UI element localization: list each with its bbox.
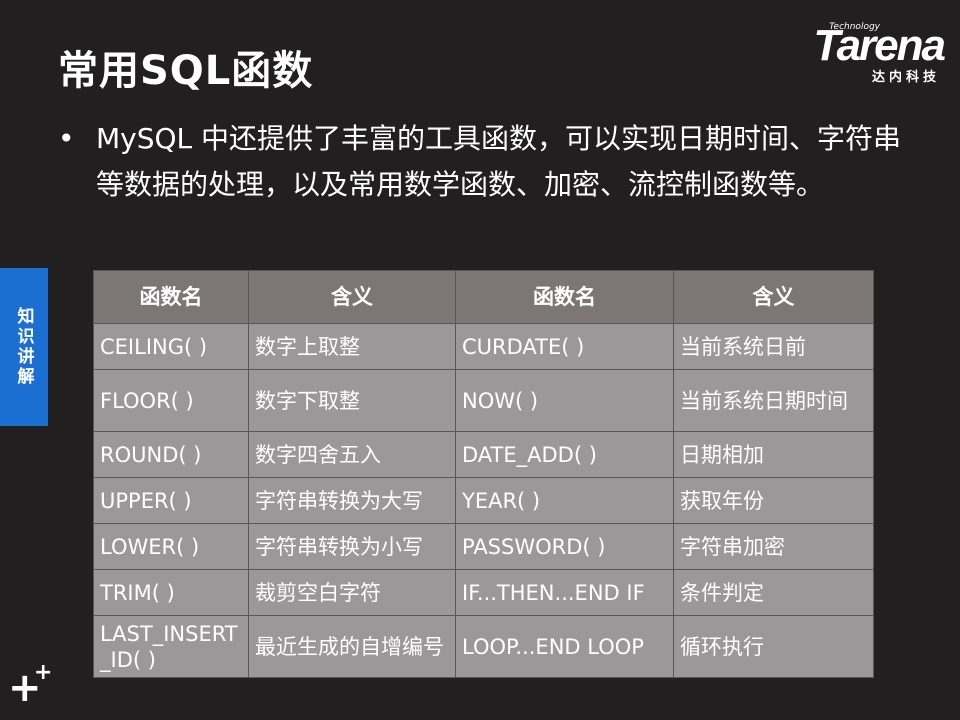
table-cell: 裁剪空白字符 [248, 569, 456, 616]
table-row: ROUND( ) 数字四舍五入 DATE_ADD( ) 日期相加 [93, 431, 874, 478]
table-cell: 日期相加 [673, 431, 874, 478]
side-tab-label: 知识讲解 [13, 307, 34, 387]
table-row: FLOOR( ) 数字下取整 NOW( ) 当前系统日期时间 [93, 369, 874, 432]
table-cell: LAST_INSERT_ID( ) [93, 615, 249, 678]
side-tab-knowledge: 知识讲解 [0, 268, 48, 426]
small-plus-icon: + [34, 660, 53, 685]
table-cell: NOW( ) [455, 369, 674, 432]
table-cell: FLOOR( ) [93, 369, 249, 432]
table-cell: CURDATE( ) [455, 323, 674, 370]
table-cell: YEAR( ) [455, 477, 674, 524]
logo-name: Tarena [813, 21, 946, 70]
table-cell: LOWER( ) [93, 523, 249, 570]
table-cell: 数字四舍五入 [248, 431, 456, 478]
tarena-logo: Technology Tarena 达内科技 [774, 21, 946, 85]
table-cell: PASSWORD( ) [455, 523, 674, 570]
functions-table: 函数名 含义 函数名 含义 CEILING( ) 数字上取整 CURDATE( … [93, 270, 874, 678]
header-meaning-2: 含义 [673, 270, 874, 324]
table-cell: 获取年份 [673, 477, 874, 524]
header-meaning: 含义 [248, 270, 456, 324]
table-cell: 条件判定 [673, 569, 874, 616]
table-cell: IF...THEN...END IF [455, 569, 674, 616]
bullet-dot-icon: • [58, 122, 75, 155]
table-cell: LOOP...END LOOP [455, 615, 674, 678]
bullet-text: MySQL 中还提供了丰富的工具函数，可以实现日期时间、字符串等数据的处理，以及… [96, 122, 902, 201]
table-cell: 循环执行 [673, 615, 874, 678]
table-row: LAST_INSERT_ID( ) 最近生成的自增编号 LOOP...END L… [93, 615, 874, 678]
page-title: 常用SQL函数 [58, 48, 314, 94]
table-cell: CEILING( ) [93, 323, 249, 370]
table-cell: 字符串转换为大写 [248, 477, 456, 524]
bullet-paragraph: • MySQL 中还提供了丰富的工具函数，可以实现日期时间、字符串等数据的处理，… [58, 116, 918, 208]
table-row: TRIM( ) 裁剪空白字符 IF...THEN...END IF 条件判定 [93, 569, 874, 616]
table-cell: TRIM( ) [93, 569, 249, 616]
table-cell: UPPER( ) [93, 477, 249, 524]
table-cell: 当前系统日期时间 [673, 369, 874, 432]
header-function-name-2: 函数名 [455, 270, 674, 324]
table-row: LOWER( ) 字符串转换为小写 PASSWORD( ) 字符串加密 [93, 523, 874, 570]
table-cell: 最近生成的自增编号 [248, 615, 456, 678]
table-cell: ROUND( ) [93, 431, 249, 478]
table-cell: DATE_ADD( ) [455, 431, 674, 478]
header-function-name: 函数名 [93, 270, 249, 324]
table-row: CEILING( ) 数字上取整 CURDATE( ) 当前系统日前 [93, 323, 874, 370]
table-cell: 当前系统日前 [673, 323, 874, 370]
table-cell: 数字上取整 [248, 323, 456, 370]
table-cell: 字符串转换为小写 [248, 523, 456, 570]
table-cell: 字符串加密 [673, 523, 874, 570]
table-header-row: 函数名 含义 函数名 含义 [93, 270, 874, 324]
table-row: UPPER( ) 字符串转换为大写 YEAR( ) 获取年份 [93, 477, 874, 524]
table-cell: 数字下取整 [248, 369, 456, 432]
logo-cn-text: 达内科技 [871, 70, 940, 85]
